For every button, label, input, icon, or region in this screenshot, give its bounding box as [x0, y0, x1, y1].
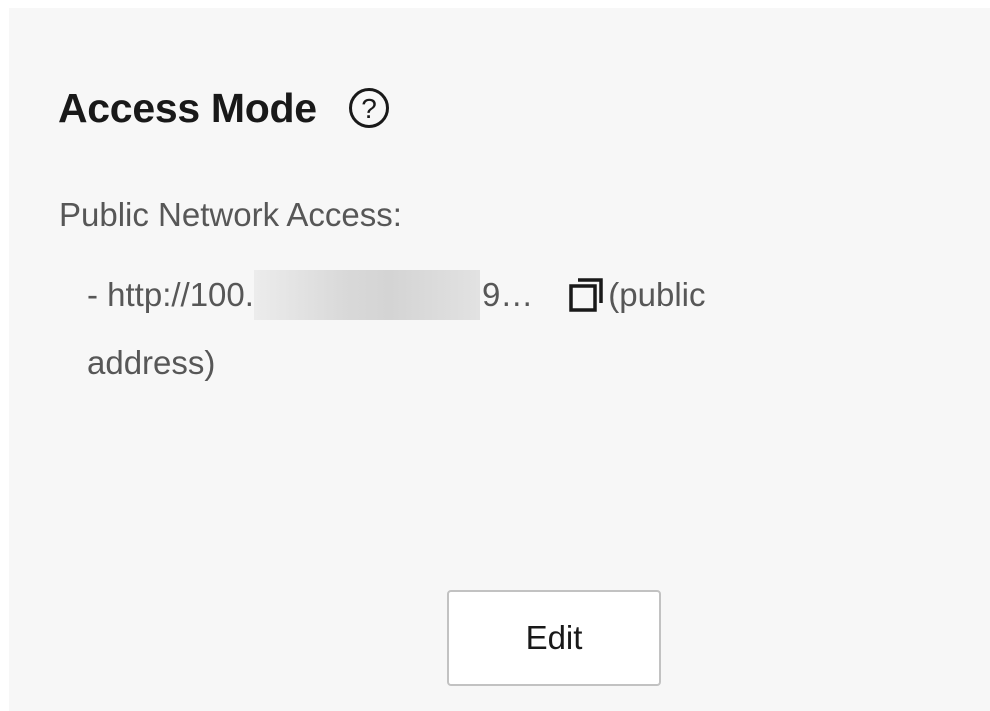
public-url-prefix: - http://100. — [87, 276, 254, 313]
section-header: Access Mode ? — [58, 80, 391, 136]
edit-button[interactable]: Edit — [447, 590, 661, 686]
public-url-suffix: 9… — [481, 276, 534, 313]
redacted-address-block — [253, 270, 480, 320]
question-circle-icon[interactable]: ? — [347, 86, 391, 130]
public-address-note: (public — [608, 276, 706, 313]
public-network-access-label: Public Network Access: — [59, 196, 402, 233]
access-mode-panel: Access Mode ? Public Network Access: - h… — [9, 8, 990, 711]
section-title: Access Mode — [58, 84, 317, 131]
copy-icon[interactable] — [565, 273, 609, 317]
svg-text:?: ? — [361, 93, 377, 124]
public-url-row: - http://100. 9… (public — [87, 270, 706, 320]
public-address-note-continued: address) — [87, 344, 216, 381]
